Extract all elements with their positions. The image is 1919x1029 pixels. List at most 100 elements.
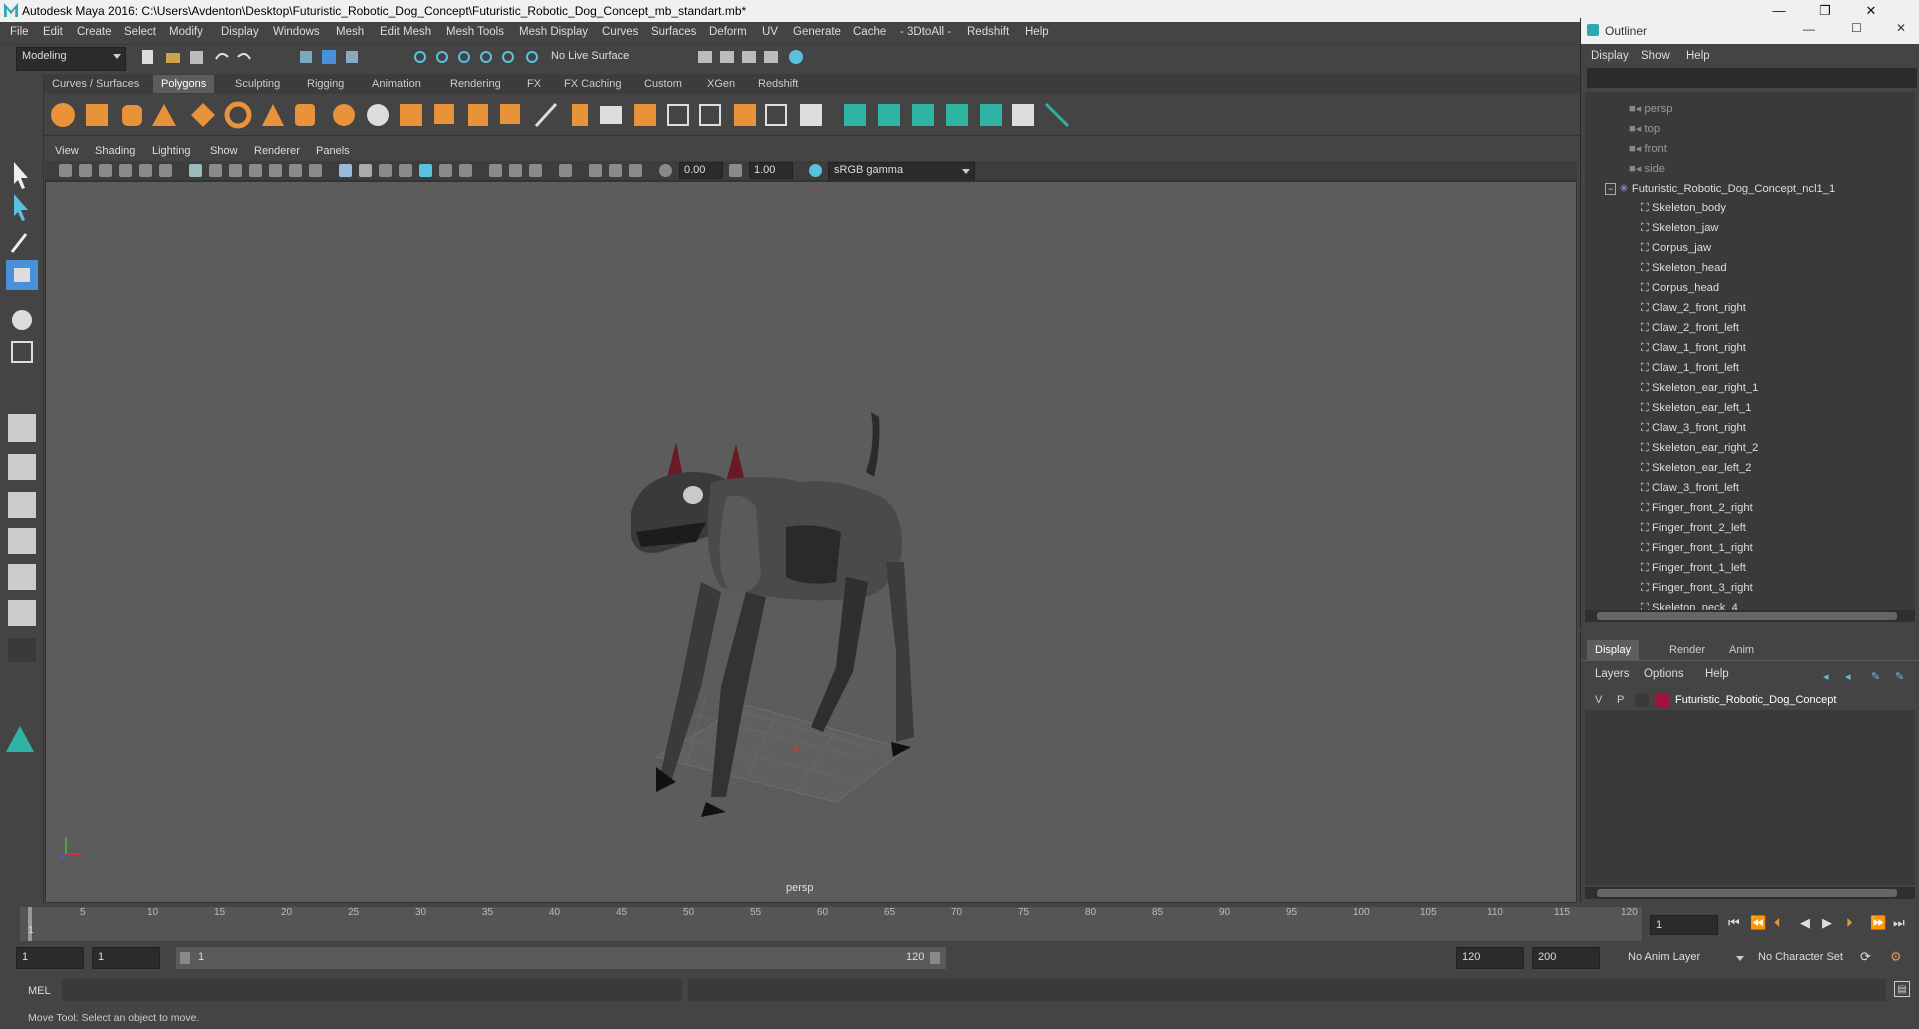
- play-backward-icon[interactable]: ◀: [1800, 915, 1810, 931]
- vp-menu-lighting[interactable]: Lighting: [152, 145, 191, 157]
- outliner-maximize-button[interactable]: ☐: [1851, 21, 1862, 35]
- shelf-tab-fx-caching[interactable]: FX Caching: [556, 75, 629, 93]
- color-space-selector[interactable]: sRGB gamma: [828, 162, 975, 183]
- outliner-item-claw-3-front-right[interactable]: ⛶ Claw_3_front_right: [1641, 422, 1915, 442]
- menu-create[interactable]: Create: [77, 26, 112, 38]
- shelf-tab-custom[interactable]: Custom: [636, 75, 690, 93]
- outliner-item-skeleton-jaw[interactable]: ⛶ Skeleton_jaw: [1641, 222, 1915, 242]
- outliner-menu-show[interactable]: Show: [1641, 50, 1670, 62]
- scene-canvas[interactable]: [46, 182, 1576, 902]
- layer-tab-display[interactable]: Display: [1587, 640, 1640, 660]
- ambient-occlusion-icon[interactable]: [489, 164, 502, 177]
- menu-modify[interactable]: Modify: [169, 26, 203, 38]
- range-start-handle[interactable]: [180, 952, 190, 964]
- bookmark-icon[interactable]: [99, 164, 112, 177]
- menu-curves[interactable]: Curves: [602, 26, 638, 38]
- backface-culling-icon[interactable]: [629, 164, 642, 177]
- image-plane-icon[interactable]: [119, 164, 132, 177]
- field-chart-icon[interactable]: [269, 164, 282, 177]
- textured-icon[interactable]: [419, 164, 432, 177]
- layer-color-swatch[interactable]: [1655, 693, 1669, 707]
- vp-menu-view[interactable]: View: [55, 145, 79, 157]
- layer-tab-render[interactable]: Render: [1661, 640, 1713, 660]
- menu-3dtoall[interactable]: - 3DtoAll -: [900, 26, 951, 38]
- layer-row[interactable]: V P Futuristic_Robotic_Dog_Concept: [1585, 690, 1915, 710]
- anim-layer-selector[interactable]: No Anim Layer: [1620, 947, 1750, 969]
- select-camera-icon[interactable]: [59, 164, 72, 177]
- outliner-search-input[interactable]: [1587, 68, 1917, 88]
- menu-file[interactable]: File: [10, 26, 29, 38]
- isolate-select-icon[interactable]: [559, 164, 572, 177]
- menu-generate[interactable]: Generate: [793, 26, 841, 38]
- animation-preferences-icon[interactable]: ⚙: [1890, 949, 1902, 965]
- go-to-end-icon[interactable]: ⏭: [1893, 915, 1905, 931]
- menu-display[interactable]: Display: [221, 26, 259, 38]
- menu-help[interactable]: Help: [1025, 26, 1049, 38]
- gamma-field[interactable]: 1.00: [749, 162, 793, 179]
- outliner-item-skeleton-body[interactable]: ⛶ Skeleton_body: [1641, 202, 1915, 222]
- outliner-item-claw-2-front-right[interactable]: ⛶ Claw_2_front_right: [1641, 302, 1915, 322]
- shelf-tab-polygons[interactable]: Polygons: [153, 75, 215, 93]
- outliner-item-finger-front-1-right[interactable]: ⛶ Finger_front_1_right: [1641, 542, 1915, 562]
- wireframe-on-shaded-icon[interactable]: [379, 164, 392, 177]
- shelf-tab-animation[interactable]: Animation: [364, 75, 429, 93]
- time-slider[interactable]: 1 5 10 15 20 25 30 35 40 45 50 55 60 65 …: [0, 905, 1919, 945]
- resolution-gate-icon[interactable]: [229, 164, 242, 177]
- shelf-tab-curves-surfaces[interactable]: Curves / Surfaces: [44, 75, 147, 93]
- outliner-item-skeleton-neck-4[interactable]: ⛶ Skeleton_neck_4: [1641, 602, 1915, 610]
- layer-menu-layers[interactable]: Layers: [1595, 668, 1630, 680]
- anti-aliasing-icon[interactable]: [529, 164, 542, 177]
- outliner-item-skeleton-head[interactable]: ⛶ Skeleton_head: [1641, 262, 1915, 282]
- snap-toolbar[interactable]: [412, 49, 552, 65]
- shelf-tab-redshift[interactable]: Redshift: [750, 75, 806, 93]
- menu-edit-mesh[interactable]: Edit Mesh: [380, 26, 431, 38]
- outliner-menu-help[interactable]: Help: [1686, 50, 1710, 62]
- go-to-start-icon[interactable]: ⏮: [1728, 915, 1740, 931]
- shelf-tab-sculpting[interactable]: Sculpting: [227, 75, 288, 93]
- vp-menu-show[interactable]: Show: [210, 145, 238, 157]
- outliner-item-skeleton-ear-left-1[interactable]: ⛶ Skeleton_ear_left_1: [1641, 402, 1915, 422]
- new-layer-selected-icon[interactable]: ✎: [1895, 670, 1904, 683]
- outliner-item-claw-2-front-left[interactable]: ⛶ Claw_2_front_left: [1641, 322, 1915, 342]
- default-material-icon[interactable]: [399, 164, 412, 177]
- layer-menu-help[interactable]: Help: [1705, 668, 1729, 680]
- menu-redshift[interactable]: Redshift: [967, 26, 1009, 38]
- outliner-item-front[interactable]: ■◂ front: [1629, 142, 1915, 162]
- outliner-item-claw-1-front-left[interactable]: ⛶ Claw_1_front_left: [1641, 362, 1915, 382]
- outliner-item-persp[interactable]: ■◂ persp: [1629, 102, 1915, 122]
- script-editor-icon[interactable]: ▤: [1894, 981, 1910, 997]
- xray-icon[interactable]: [589, 164, 602, 177]
- playback-start-field[interactable]: 1: [92, 947, 160, 969]
- vp-menu-panels[interactable]: Panels: [316, 145, 350, 157]
- shelf-tab-rendering[interactable]: Rendering: [442, 75, 509, 93]
- color-management-icon[interactable]: [809, 164, 822, 177]
- menu-mesh[interactable]: Mesh: [336, 26, 364, 38]
- step-back-key-icon[interactable]: ⏪: [1750, 915, 1766, 931]
- layer-visibility-toggle[interactable]: V: [1595, 694, 1602, 706]
- menu-select[interactable]: Select: [124, 26, 156, 38]
- motion-blur-icon[interactable]: [509, 164, 522, 177]
- command-language-label[interactable]: MEL: [28, 985, 51, 997]
- menu-surfaces[interactable]: Surfaces: [651, 26, 696, 38]
- vp-menu-shading[interactable]: Shading: [95, 145, 135, 157]
- scene-start-field[interactable]: 1: [16, 947, 84, 969]
- shelf-tab-fx[interactable]: FX: [519, 75, 549, 93]
- safe-action-icon[interactable]: [289, 164, 302, 177]
- scene-end-field[interactable]: 200: [1532, 947, 1600, 969]
- exposure-field[interactable]: 0.00: [679, 162, 723, 179]
- outliner-close-button[interactable]: ✕: [1896, 21, 1906, 35]
- playback-end-field[interactable]: 120: [1456, 947, 1524, 969]
- layer-horizontal-scrollbar[interactable]: [1585, 887, 1915, 899]
- outliner-item-finger-front-1-left[interactable]: ⛶ Finger_front_1_left: [1641, 562, 1915, 582]
- time-ruler[interactable]: 1 5 10 15 20 25 30 35 40 45 50 55 60 65 …: [20, 907, 1642, 941]
- layer-menu-options[interactable]: Options: [1644, 668, 1684, 680]
- layer-tab-anim[interactable]: Anim: [1721, 640, 1762, 660]
- outliner-horizontal-scrollbar[interactable]: [1585, 610, 1915, 622]
- range-bar[interactable]: 1 120: [176, 947, 946, 969]
- render-toolbar[interactable]: [696, 49, 806, 65]
- outliner-item-corpus-head[interactable]: ⛶ Corpus_head: [1641, 282, 1915, 302]
- step-forward-frame-icon[interactable]: ⏵: [1846, 915, 1853, 931]
- gate-mask-icon[interactable]: [249, 164, 262, 177]
- shelf-tab-xgen[interactable]: XGen: [699, 75, 743, 93]
- grease-pencil-icon[interactable]: [159, 164, 172, 177]
